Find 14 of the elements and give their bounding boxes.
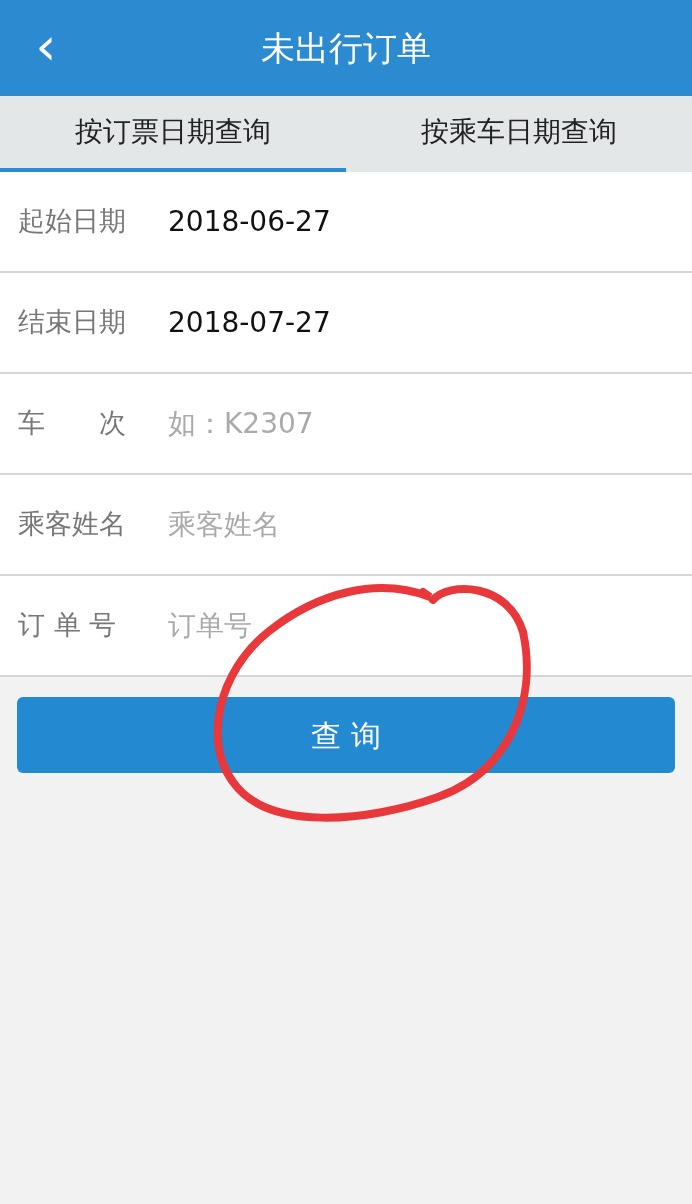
input-field[interactable]: 订单号 bbox=[168, 604, 692, 647]
field-label: 乘客姓名 bbox=[18, 507, 127, 542]
field-label: 车 次 bbox=[18, 406, 127, 441]
page-title: 未出行订单 bbox=[261, 26, 431, 70]
input-field[interactable]: 2018-07-27 bbox=[168, 301, 692, 344]
field-label: 结束日期 bbox=[18, 305, 127, 340]
tab[interactable]: 按乘车日期查询 bbox=[346, 96, 692, 172]
input-field[interactable]: 乘客姓名 bbox=[168, 503, 692, 546]
search-button[interactable]: 查 询 bbox=[17, 697, 675, 773]
input-field[interactable]: 如：K2307 bbox=[168, 402, 692, 445]
field-label: 起始日期 bbox=[18, 204, 127, 239]
field-label: 订 单 号 bbox=[18, 608, 118, 643]
back-button[interactable]: ‹ bbox=[28, 22, 64, 70]
input-field[interactable]: 2018-06-27 bbox=[168, 200, 692, 243]
